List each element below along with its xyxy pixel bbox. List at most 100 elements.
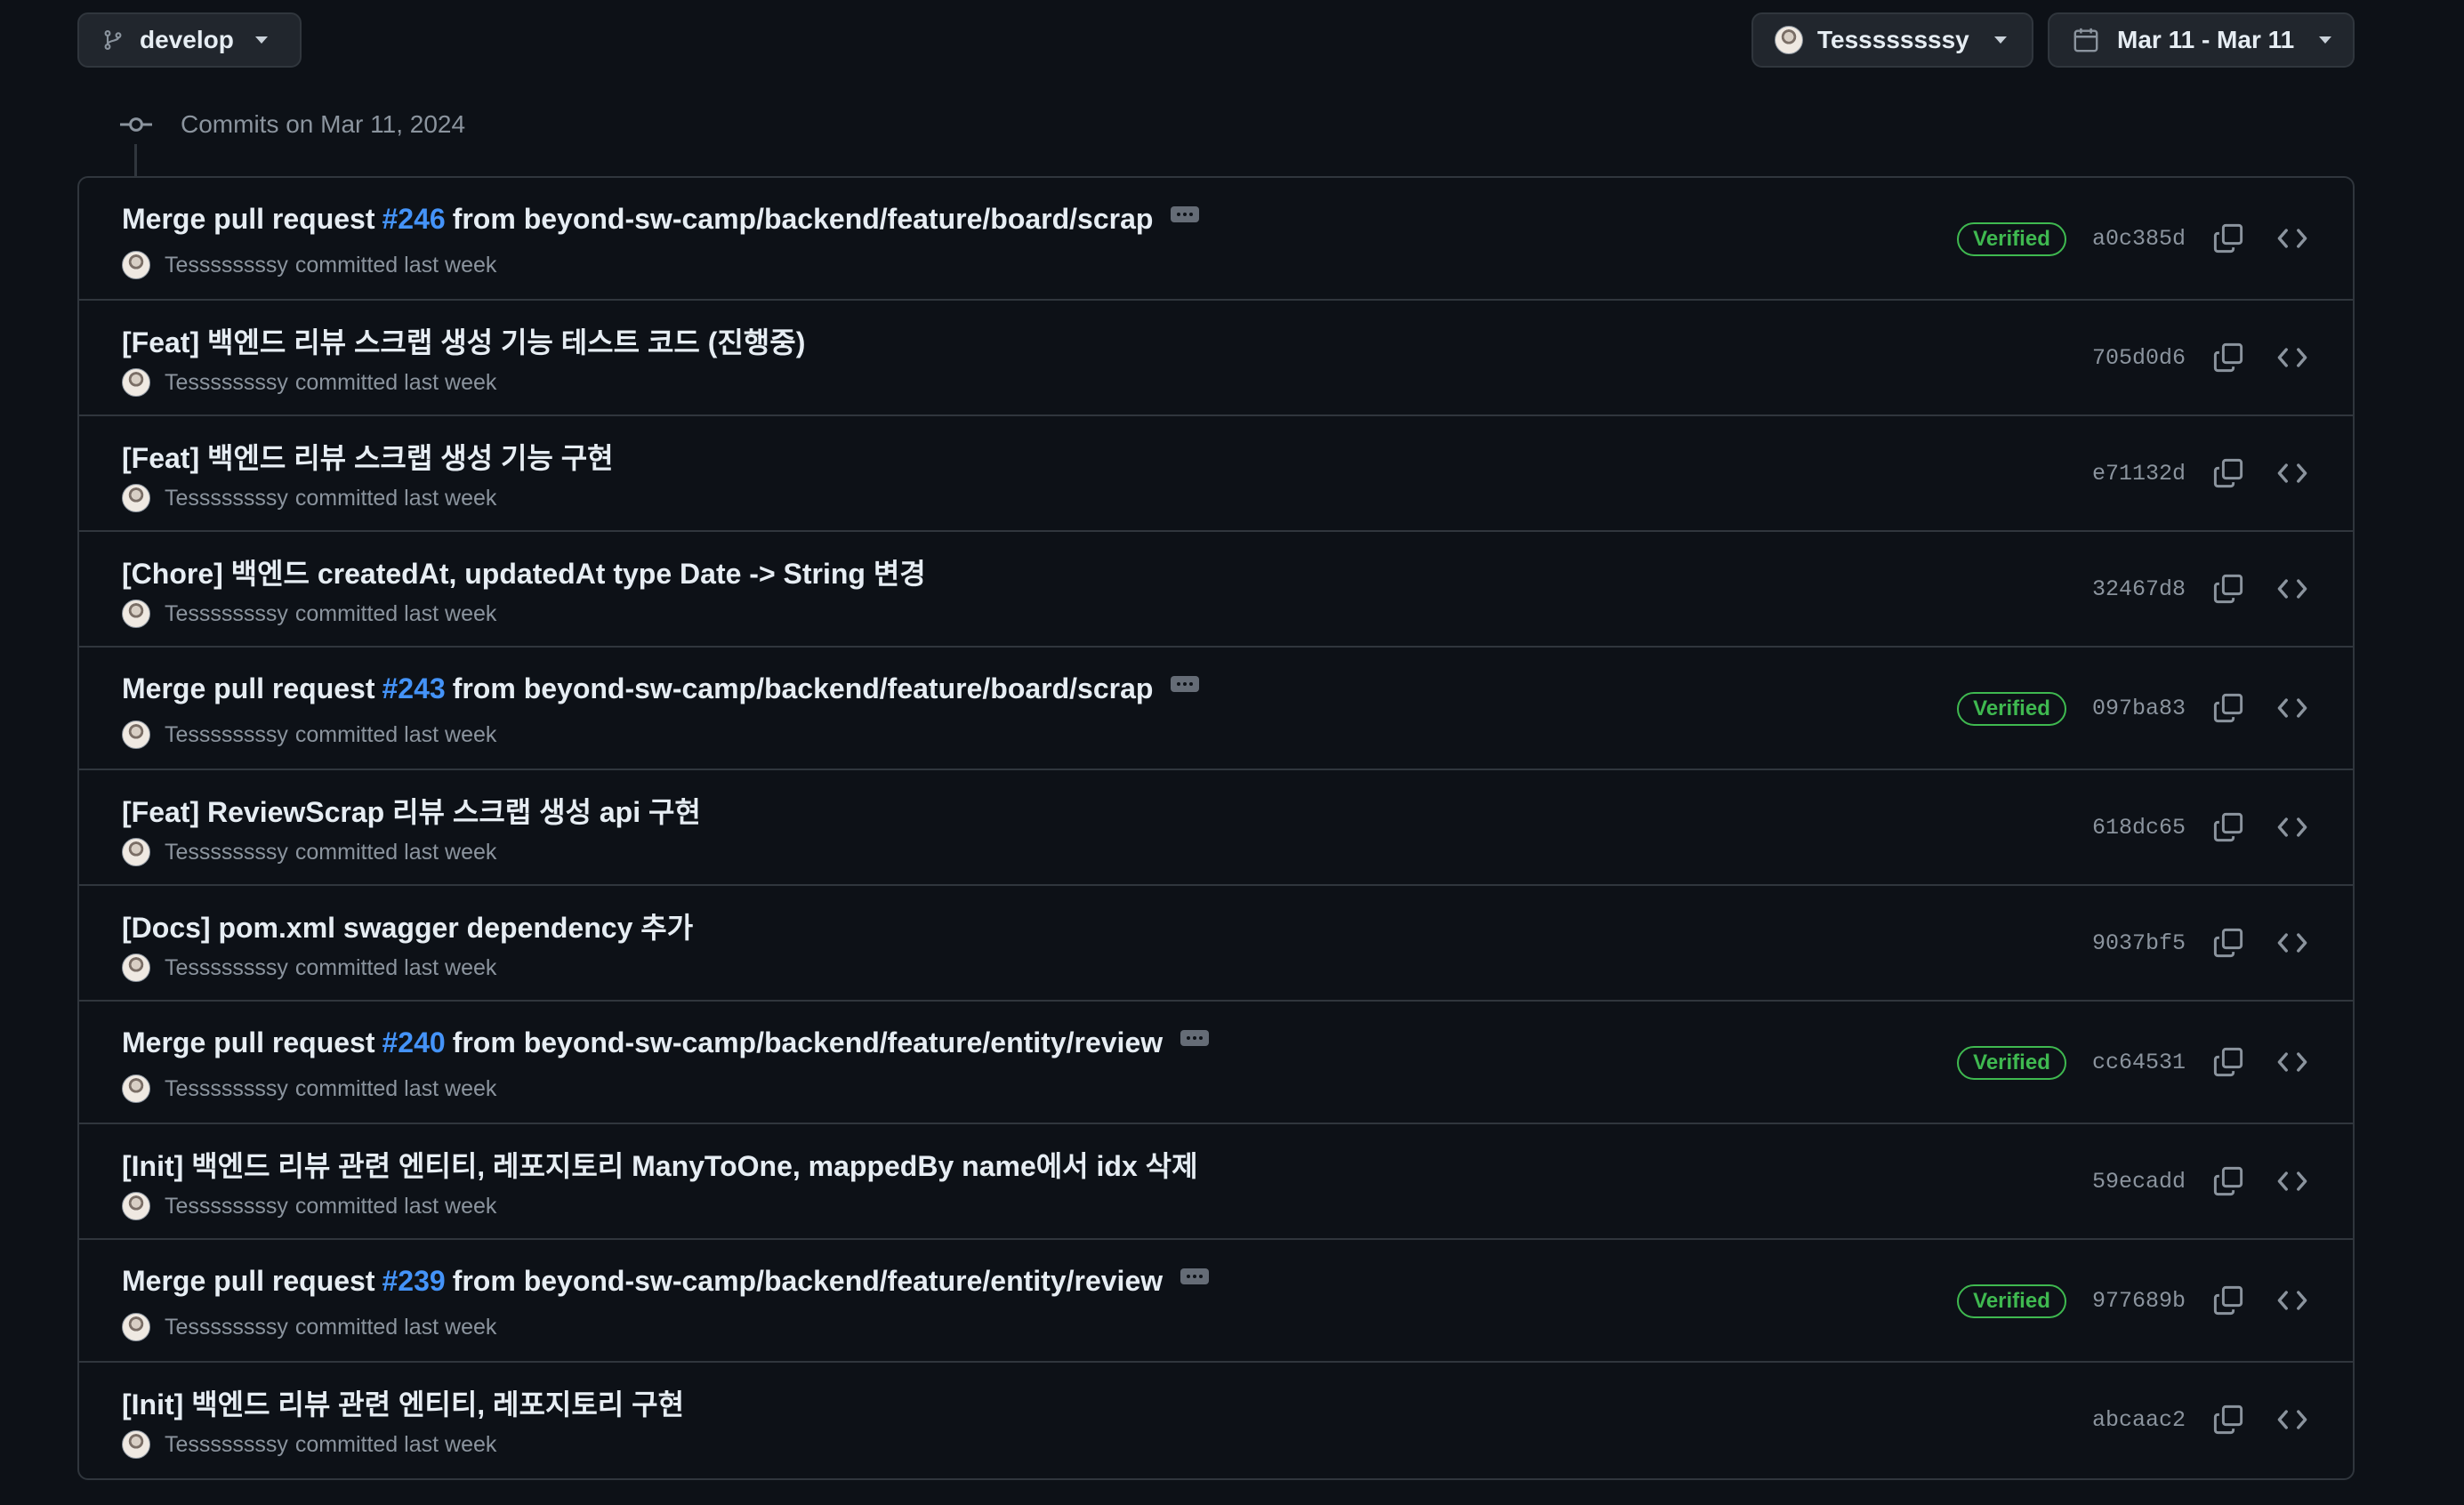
- code-icon[interactable]: [2276, 222, 2308, 254]
- verified-badge[interactable]: Verified: [1957, 222, 2066, 256]
- date-range-button[interactable]: Mar 11 - Mar 11: [2048, 12, 2355, 68]
- commit-sha-link[interactable]: 32467d8: [2092, 576, 2186, 602]
- avatar[interactable]: [122, 1313, 150, 1341]
- ellipsis-icon[interactable]: [1171, 205, 1200, 222]
- commit-title[interactable]: Merge pull request #243 from beyond-sw-c…: [122, 672, 1200, 705]
- copy-icon[interactable]: [2212, 342, 2244, 374]
- copy-icon[interactable]: [2212, 1165, 2244, 1197]
- commit-time: committed last week: [294, 1431, 497, 1457]
- code-icon[interactable]: [2276, 692, 2308, 724]
- commit-sha-link[interactable]: e71132d: [2092, 461, 2186, 487]
- git-branch-icon: [104, 30, 122, 50]
- commit-title-suffix[interactable]: from beyond-sw-camp/backend/feature/enti…: [453, 1026, 1163, 1059]
- commit-sha-link[interactable]: cc64531: [2092, 1050, 2186, 1075]
- commit-sha-link[interactable]: 705d0d6: [2092, 345, 2186, 371]
- commit-title-prefix[interactable]: Merge pull request: [122, 203, 375, 236]
- avatar[interactable]: [122, 838, 150, 866]
- commit-title-suffix[interactable]: from beyond-sw-camp/backend/feature/enti…: [453, 1265, 1163, 1298]
- commit-sha-link[interactable]: a0c385d: [2092, 226, 2186, 252]
- pull-request-link[interactable]: #239: [382, 1265, 446, 1298]
- commit-author-link[interactable]: Tessssssssy: [165, 955, 288, 981]
- commit-title[interactable]: [Feat] 백엔드 리뷰 스크랩 생성 기능 테스트 코드 (진행중): [122, 320, 805, 361]
- commit-title[interactable]: [Feat] ReviewScrap 리뷰 스크랩 생성 api 구현: [122, 790, 701, 831]
- commit-title[interactable]: [Init] 백엔드 리뷰 관련 엔티티, 레포지토리 구현: [122, 1382, 684, 1423]
- commit-author-link[interactable]: Tessssssssy: [165, 370, 288, 396]
- code-icon[interactable]: [2276, 1404, 2308, 1436]
- verified-badge[interactable]: Verified: [1957, 1284, 2066, 1318]
- verified-badge[interactable]: Verified: [1957, 692, 2066, 726]
- commit-author-link[interactable]: Tessssssssy: [165, 253, 288, 278]
- commit-title[interactable]: Merge pull request #239 from beyond-sw-c…: [122, 1265, 1210, 1298]
- avatar[interactable]: [122, 1192, 150, 1220]
- code-icon[interactable]: [2276, 1046, 2308, 1078]
- commit-title-suffix[interactable]: from beyond-sw-camp/backend/feature/boar…: [453, 203, 1154, 236]
- commit-title[interactable]: [Init] 백엔드 리뷰 관련 엔티티, 레포지토리 ManyToOne, m…: [122, 1144, 1198, 1185]
- commit-meta: Tessssssssy committed last week: [122, 838, 496, 866]
- commit-author-link[interactable]: Tessssssssy: [165, 1076, 288, 1102]
- commit-title-suffix[interactable]: from beyond-sw-camp/backend/feature/boar…: [453, 672, 1154, 705]
- ellipsis-icon[interactable]: [1171, 675, 1200, 692]
- pull-request-link[interactable]: #240: [382, 1026, 446, 1059]
- commit-author-link[interactable]: Tessssssssy: [165, 1315, 288, 1340]
- avatar[interactable]: [122, 368, 150, 397]
- avatar[interactable]: [122, 954, 150, 982]
- commit-meta: Tessssssssy committed last week: [122, 1430, 496, 1459]
- avatar[interactable]: [122, 1074, 150, 1103]
- commit-sha-link[interactable]: 9037bf5: [2092, 930, 2186, 956]
- copy-icon[interactable]: [2212, 692, 2244, 724]
- copy-icon[interactable]: [2212, 573, 2244, 605]
- commit-meta: Tessssssssy committed last week: [122, 600, 496, 628]
- author-filter-label: Tessssssssy: [1817, 26, 1969, 53]
- commit-time: committed last week: [294, 954, 497, 980]
- avatar[interactable]: [122, 484, 150, 512]
- commit-title[interactable]: Merge pull request #240 from beyond-sw-c…: [122, 1026, 1210, 1059]
- code-icon[interactable]: [2276, 1284, 2308, 1316]
- commit-author-link[interactable]: Tessssssssy: [165, 601, 288, 627]
- commit-time: committed last week: [294, 1314, 497, 1340]
- commit-time: committed last week: [294, 839, 497, 865]
- author-filter-button[interactable]: Tessssssssy: [1751, 12, 2033, 68]
- avatar[interactable]: [122, 251, 150, 279]
- commit-author-link[interactable]: Tessssssssy: [165, 486, 288, 511]
- copy-icon[interactable]: [2212, 1404, 2244, 1436]
- pull-request-link[interactable]: #243: [382, 672, 446, 705]
- copy-icon[interactable]: [2212, 927, 2244, 959]
- commit-sha-link[interactable]: 618dc65: [2092, 815, 2186, 841]
- branch-select-button[interactable]: develop: [77, 12, 302, 68]
- avatar[interactable]: [122, 600, 150, 628]
- code-icon[interactable]: [2276, 573, 2308, 605]
- commit-sha-link[interactable]: 977689b: [2092, 1288, 2186, 1314]
- ellipsis-icon[interactable]: [1180, 1029, 1210, 1046]
- copy-icon[interactable]: [2212, 1046, 2244, 1078]
- code-icon[interactable]: [2276, 1165, 2308, 1197]
- commit-title-prefix[interactable]: Merge pull request: [122, 1026, 375, 1059]
- avatar[interactable]: [122, 1430, 150, 1459]
- copy-icon[interactable]: [2212, 1284, 2244, 1316]
- code-icon[interactable]: [2276, 811, 2308, 843]
- commit-title-prefix[interactable]: Merge pull request: [122, 1265, 375, 1298]
- commit-author-link[interactable]: Tessssssssy: [165, 1194, 288, 1219]
- ellipsis-icon[interactable]: [1180, 1268, 1210, 1284]
- commit-author-link[interactable]: Tessssssssy: [165, 1432, 288, 1458]
- commit-row: [Docs] pom.xml swagger dependency 추가 Tes…: [79, 886, 2353, 1002]
- commit-author-link[interactable]: Tessssssssy: [165, 722, 288, 748]
- verified-badge[interactable]: Verified: [1957, 1046, 2066, 1080]
- commit-meta: Tessssssssy committed last week: [122, 368, 496, 397]
- commit-sha-link[interactable]: abcaac2: [2092, 1407, 2186, 1433]
- commit-sha-link[interactable]: 59ecadd: [2092, 1169, 2186, 1195]
- commit-title-prefix[interactable]: Merge pull request: [122, 672, 375, 705]
- copy-icon[interactable]: [2212, 811, 2244, 843]
- commit-title[interactable]: [Chore] 백엔드 createdAt, updatedAt type Da…: [122, 551, 926, 592]
- commit-author-link[interactable]: Tessssssssy: [165, 840, 288, 865]
- commit-title[interactable]: Merge pull request #246 from beyond-sw-c…: [122, 203, 1200, 236]
- copy-icon[interactable]: [2212, 457, 2244, 489]
- code-icon[interactable]: [2276, 457, 2308, 489]
- commit-title[interactable]: [Feat] 백엔드 리뷰 스크랩 생성 기능 구현: [122, 436, 614, 477]
- pull-request-link[interactable]: #246: [382, 203, 446, 236]
- code-icon[interactable]: [2276, 927, 2308, 959]
- code-icon[interactable]: [2276, 342, 2308, 374]
- copy-icon[interactable]: [2212, 222, 2244, 254]
- commit-sha-link[interactable]: 097ba83: [2092, 696, 2186, 721]
- avatar[interactable]: [122, 720, 150, 749]
- commit-title[interactable]: [Docs] pom.xml swagger dependency 추가: [122, 905, 693, 946]
